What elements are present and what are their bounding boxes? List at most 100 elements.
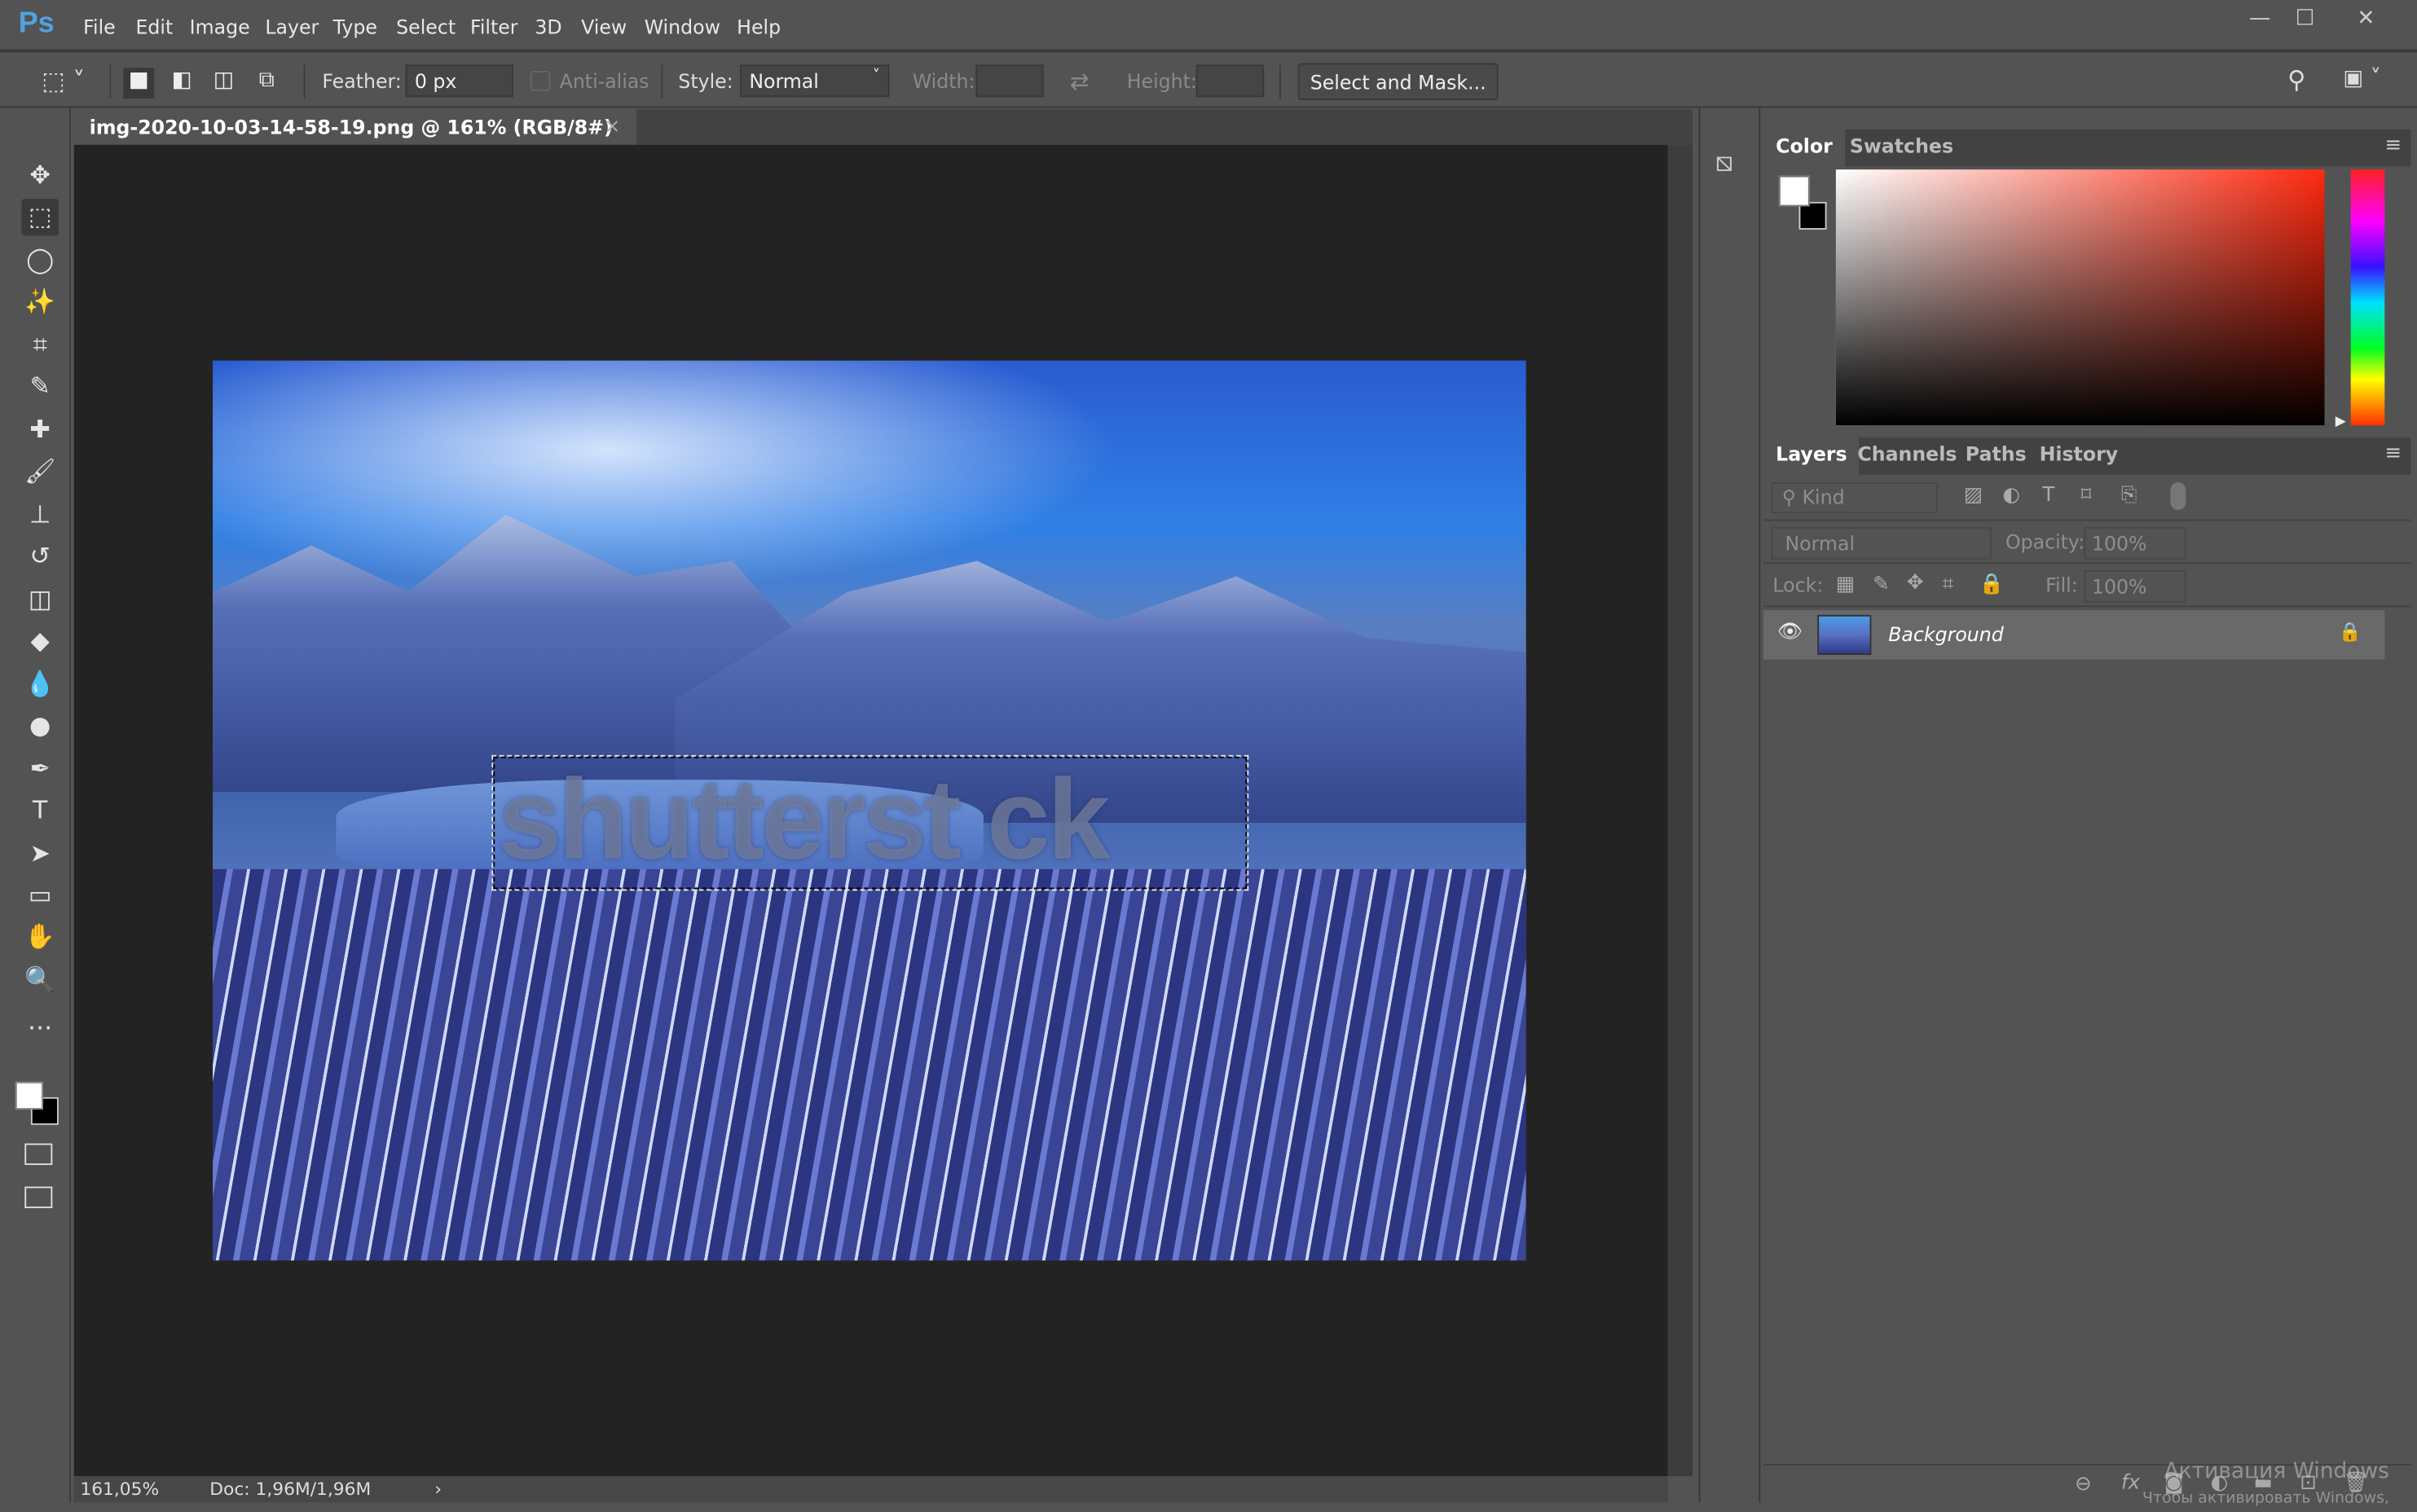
pixel-filter-icon[interactable]: ▨	[1964, 484, 1983, 507]
hue-slider[interactable]	[2350, 169, 2385, 426]
brush-tool-icon[interactable]: 🖌	[21, 453, 58, 490]
history-brush-tool-icon[interactable]: ↺	[21, 538, 58, 574]
lock-transparent-icon[interactable]: ▦	[1836, 574, 1855, 596]
quick-mask-icon[interactable]	[24, 1143, 53, 1166]
filter-toggle[interactable]	[2170, 482, 2186, 511]
windows-activation-watermark: Активация Windows Чтобы активировать Win…	[2142, 1461, 2389, 1510]
menu-type[interactable]: Type	[333, 15, 377, 38]
magic-wand-tool-icon[interactable]: ✨	[21, 284, 58, 320]
lasso-tool-icon[interactable]: ◯	[21, 242, 58, 279]
rectangle-tool-icon[interactable]: ▭	[21, 877, 58, 913]
layer-kind-filter[interactable]: ⚲ Kind	[1771, 482, 1938, 513]
link-layers-icon[interactable]: ⊖	[2075, 1473, 2092, 1496]
zoom-tool-icon[interactable]: 🔍	[21, 961, 58, 998]
search-icon[interactable]: ⚲	[2287, 64, 2305, 94]
lock-position-icon[interactable]: ✥	[1907, 572, 1924, 595]
blend-mode-value: Normal	[1785, 531, 1856, 555]
foreground-color-icon[interactable]	[15, 1081, 43, 1110]
lock-all-icon[interactable]: 🔒	[1979, 574, 2005, 596]
menu-edit[interactable]: Edit	[135, 15, 173, 38]
pen-tool-icon[interactable]: ✒	[21, 750, 58, 787]
smart-object-filter-icon[interactable]: ⎘	[2121, 484, 2137, 507]
foreground-color-swatch[interactable]	[1778, 175, 1810, 207]
tab-swatches[interactable]: Swatches	[1838, 130, 1966, 166]
lock-row: Lock: ▦ ✎ ✥ ⌗ 🔒 Fill: 100%	[1763, 564, 2411, 608]
menu-file[interactable]: File	[83, 15, 116, 38]
lock-artboard-icon[interactable]: ⌗	[1942, 574, 1953, 596]
layer-filter-row: ⚲ Kind ▨ ◐ T ⌑ ⎘	[1763, 477, 2411, 521]
tab-channels[interactable]: Channels	[1845, 437, 1969, 474]
tab-paths[interactable]: Paths	[1953, 437, 2039, 474]
blur-tool-icon[interactable]: 💧	[21, 666, 58, 702]
kind-label: Kind	[1802, 485, 1845, 509]
close-button[interactable]: ✕	[2357, 7, 2375, 31]
opacity-input[interactable]: 100%	[2084, 526, 2186, 560]
eraser-tool-icon[interactable]: ◫	[21, 581, 58, 618]
workspace-icon[interactable]: ▣ ˅	[2343, 66, 2381, 90]
tab-color[interactable]: Color	[1763, 129, 1845, 167]
fx-icon[interactable]: fx	[2121, 1471, 2140, 1494]
more-tool-icon[interactable]: …	[21, 1003, 58, 1040]
hand-tool-icon[interactable]: ✋	[21, 918, 58, 955]
doc-size: Doc: 1,96M/1,96M	[209, 1478, 372, 1500]
menu-window[interactable]: Window	[645, 15, 720, 38]
new-selection-icon[interactable]: ■	[123, 68, 155, 99]
maximize-button[interactable]: ☐	[2296, 7, 2315, 31]
minimize-button[interactable]: —	[2249, 7, 2270, 31]
height-input[interactable]	[1195, 64, 1265, 98]
zoom-level[interactable]: 161,05%	[80, 1478, 159, 1499]
lock-image-icon[interactable]: ✎	[1873, 574, 1890, 596]
move-tool-icon[interactable]: ✥	[21, 157, 58, 194]
collapsed-dock: ⧅	[1698, 108, 1761, 1503]
blend-mode-select[interactable]: Normal	[1771, 526, 1992, 560]
marquee-preset-icon[interactable]: ⬚ ˅	[42, 66, 85, 95]
tab-history[interactable]: History	[2027, 437, 2130, 474]
opacity-label: Opacity:	[2005, 530, 2085, 554]
hue-slider-handle[interactable]: ▶	[2336, 415, 2346, 430]
path-selection-tool-icon[interactable]: ➤	[21, 835, 58, 872]
layer-name[interactable]: Background	[1888, 622, 2004, 645]
layer-row[interactable]: 👁 Background 🔒	[1763, 610, 2385, 660]
status-menu-arrow[interactable]: ›	[434, 1478, 442, 1499]
menu-layer[interactable]: Layer	[265, 15, 319, 38]
document-tabs: img-2020-10-03-14-58-19.png @ 161% (RGB/…	[73, 109, 1693, 145]
dodge-tool-icon[interactable]: ●	[21, 707, 58, 744]
healing-brush-tool-icon[interactable]: ✚	[21, 411, 58, 448]
close-tab-icon[interactable]: ×	[605, 114, 621, 137]
menu-select[interactable]: Select	[396, 15, 456, 38]
vertical-scrollbar[interactable]	[1667, 144, 1693, 1477]
menu-help[interactable]: Help	[737, 15, 781, 38]
intersect-selection-icon[interactable]: ⧉	[251, 68, 282, 99]
fill-input[interactable]: 100%	[2084, 569, 2186, 603]
adjustment-filter-icon[interactable]: ◐	[2002, 484, 2019, 507]
paint-bucket-tool-icon[interactable]: ◆	[21, 622, 58, 659]
fill-label: Fill:	[2045, 573, 2078, 597]
document-tab[interactable]: img-2020-10-03-14-58-19.png @ 161% (RGB/…	[73, 109, 637, 145]
style-select[interactable]: Normal ˅	[739, 64, 890, 98]
rectangular-marquee-tool-icon[interactable]: ⬚	[21, 199, 59, 236]
clone-stamp-tool-icon[interactable]: ⊥	[21, 496, 58, 533]
menu-3d[interactable]: 3D	[535, 15, 561, 38]
menu-image[interactable]: Image	[190, 15, 250, 38]
type-tool-icon[interactable]: T	[21, 792, 58, 829]
eyedropper-tool-icon[interactable]: ✎	[21, 368, 58, 405]
type-filter-icon[interactable]: T	[2042, 484, 2054, 507]
feather-input[interactable]: 0 px	[405, 64, 513, 98]
subtract-selection-icon[interactable]: ◫	[208, 68, 239, 99]
properties-panel-icon[interactable]: ⧅	[1715, 147, 1733, 179]
panel-menu-icon[interactable]: ≡	[2384, 134, 2402, 157]
color-spectrum[interactable]	[1835, 169, 2325, 426]
crop-tool-icon[interactable]: ⌗	[21, 327, 58, 363]
eye-icon[interactable]: 👁	[1777, 621, 1803, 644]
shape-filter-icon[interactable]: ⌑	[2081, 484, 2092, 507]
anti-alias-checkbox[interactable]	[530, 71, 551, 91]
swap-dimensions-icon[interactable]: ⇄	[1070, 68, 1090, 95]
select-and-mask-button[interactable]: Select and Mask...	[1297, 63, 1499, 100]
panel-menu-icon[interactable]: ≡	[2384, 442, 2402, 465]
width-input[interactable]	[975, 64, 1044, 98]
menu-filter[interactable]: Filter	[470, 15, 518, 38]
add-selection-icon[interactable]: ◧	[166, 68, 197, 99]
screen-mode-icon[interactable]	[24, 1186, 53, 1209]
selection-marquee[interactable]	[491, 754, 1249, 891]
menu-view[interactable]: View	[581, 15, 627, 38]
